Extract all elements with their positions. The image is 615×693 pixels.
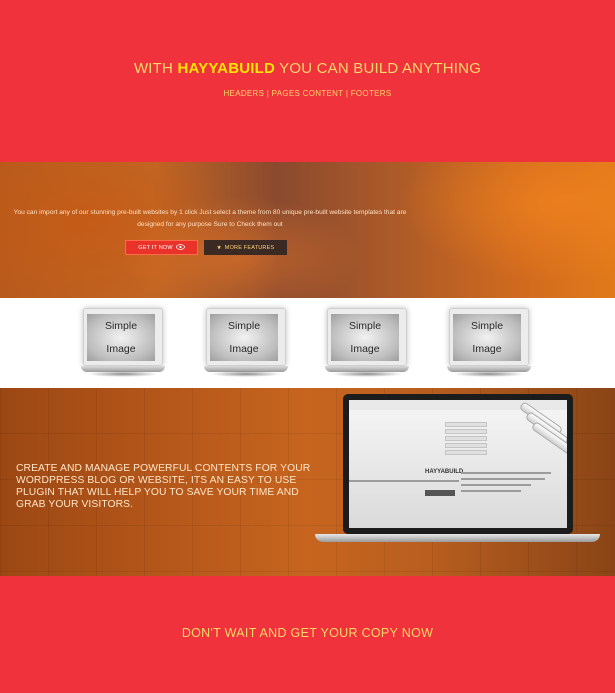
laptop-label-line1: Simple xyxy=(104,319,138,332)
more-features-label: MORE FEATURES xyxy=(224,244,275,251)
get-it-now-label: GET IT NOW xyxy=(138,244,173,251)
laptop-label-line1: Simple xyxy=(227,319,261,332)
brand-name: HAYYABUILD xyxy=(177,60,276,77)
laptop-label-line2: Image xyxy=(229,343,259,356)
hero-subtitle: HEADERS | PAGES CONTENT | FOOTERS xyxy=(223,89,392,98)
laptop-label-line2: Image xyxy=(106,343,136,356)
hero-title-prefix: WITH xyxy=(133,60,178,77)
feature-text: CREATE AND MANAGE POWERFUL CONTENTS FOR … xyxy=(16,463,311,510)
laptop-thumbnail: Simple Image xyxy=(81,308,165,377)
laptop-label-line1: Simple xyxy=(348,319,382,332)
hero-title-suffix: YOU CAN BUILD ANYTHING xyxy=(275,60,482,77)
laptop-thumbnail: Simple Image xyxy=(204,308,288,377)
eye-icon xyxy=(175,243,185,252)
get-it-now-button[interactable]: GET IT NOW xyxy=(125,240,198,255)
footer-cta-text: DON'T WAIT AND GET YOUR COPY NOW xyxy=(181,626,434,640)
laptop-preview: HAYYABUILD xyxy=(315,394,600,544)
laptop-label-line1: Simple xyxy=(470,319,504,332)
laptop-label-line2: Image xyxy=(472,343,502,356)
import-description: You can import any of our stunning pre-b… xyxy=(13,209,407,228)
laptop-label-line2: Image xyxy=(350,343,380,356)
hero-section xyxy=(0,0,615,162)
screen-brand: HAYYABUILD xyxy=(425,469,464,475)
more-features-button[interactable]: ★ MORE FEATURES xyxy=(204,240,287,255)
star-icon: ★ xyxy=(216,244,222,251)
laptop-preview-screen: HAYYABUILD xyxy=(349,400,567,528)
laptop-thumbnail: Simple Image xyxy=(325,308,409,377)
hero-title: WITH HAYYABUILD YOU CAN BUILD ANYTHING xyxy=(0,60,615,77)
laptop-thumbnail: Simple Image xyxy=(447,308,531,377)
